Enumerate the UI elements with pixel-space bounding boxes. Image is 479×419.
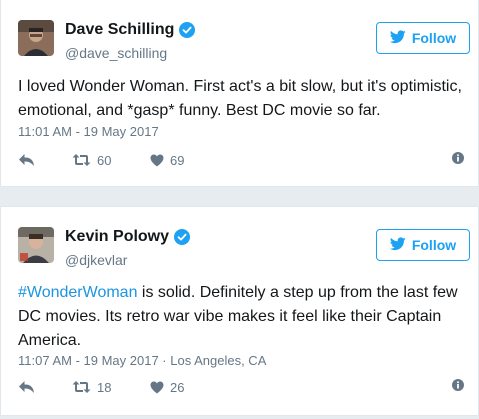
timestamp[interactable]: 11:01 AM - 19 May 2017 <box>18 124 159 139</box>
follow-label: Follow <box>411 30 457 46</box>
follow-button[interactable]: Follow <box>376 229 470 261</box>
tweet-actions: 60 69 <box>18 150 464 170</box>
name-row: Kevin Polowy <box>65 228 191 246</box>
avatar[interactable] <box>18 20 54 56</box>
twitter-bird-icon <box>389 236 406 254</box>
reply-icon <box>18 380 35 394</box>
verified-badge-icon <box>174 229 191 245</box>
heart-icon <box>150 381 164 394</box>
verified-badge-icon <box>179 22 196 38</box>
twitter-bird-icon <box>389 29 406 47</box>
tweet-text: #WonderWoman is solid. Definitely a step… <box>18 281 466 353</box>
like-button[interactable]: 26 <box>150 380 184 395</box>
tweet-meta: 11:07 AM - 19 May 2017 · Los Angeles, CA <box>18 353 266 368</box>
user-handle[interactable]: @djkevlar <box>65 252 127 268</box>
tweet-card: Kevin Polowy @djkevlar Follow #WonderWom… <box>0 206 479 416</box>
info-icon[interactable] <box>452 379 464 394</box>
hashtag-link[interactable]: #WonderWoman <box>18 284 137 301</box>
retweet-count: 18 <box>97 379 112 395</box>
retweet-button[interactable]: 18 <box>72 380 128 395</box>
heart-icon <box>150 154 164 167</box>
retweet-button[interactable]: 60 <box>72 153 128 168</box>
tweet-actions: 18 26 <box>18 377 464 397</box>
retweet-count: 60 <box>97 152 112 168</box>
follow-button[interactable]: Follow <box>376 22 470 54</box>
reply-icon <box>18 153 35 167</box>
tweet-card: Dave Schilling @dave_schilling Follow I … <box>0 0 479 187</box>
retweet-icon <box>72 153 91 167</box>
user-handle[interactable]: @dave_schilling <box>65 45 167 61</box>
location[interactable]: Los Angeles, CA <box>170 353 266 368</box>
like-count: 26 <box>170 379 185 395</box>
follow-label: Follow <box>411 237 457 253</box>
tweet-text: I loved Wonder Woman. First act's a bit … <box>18 78 462 119</box>
avatar[interactable] <box>18 227 54 263</box>
display-name[interactable]: Dave Schilling <box>65 21 174 39</box>
reply-button[interactable] <box>18 153 50 167</box>
reply-button[interactable] <box>18 380 50 394</box>
meta-separator: · <box>158 353 171 368</box>
display-name[interactable]: Kevin Polowy <box>65 228 169 246</box>
info-icon[interactable] <box>452 152 464 167</box>
tweet-meta: 11:01 AM - 19 May 2017 <box>18 124 159 139</box>
timestamp[interactable]: 11:07 AM - 19 May 2017 <box>18 353 159 368</box>
name-row: Dave Schilling <box>65 21 196 39</box>
like-button[interactable]: 69 <box>150 153 184 168</box>
like-count: 69 <box>170 152 185 168</box>
retweet-icon <box>72 380 91 394</box>
